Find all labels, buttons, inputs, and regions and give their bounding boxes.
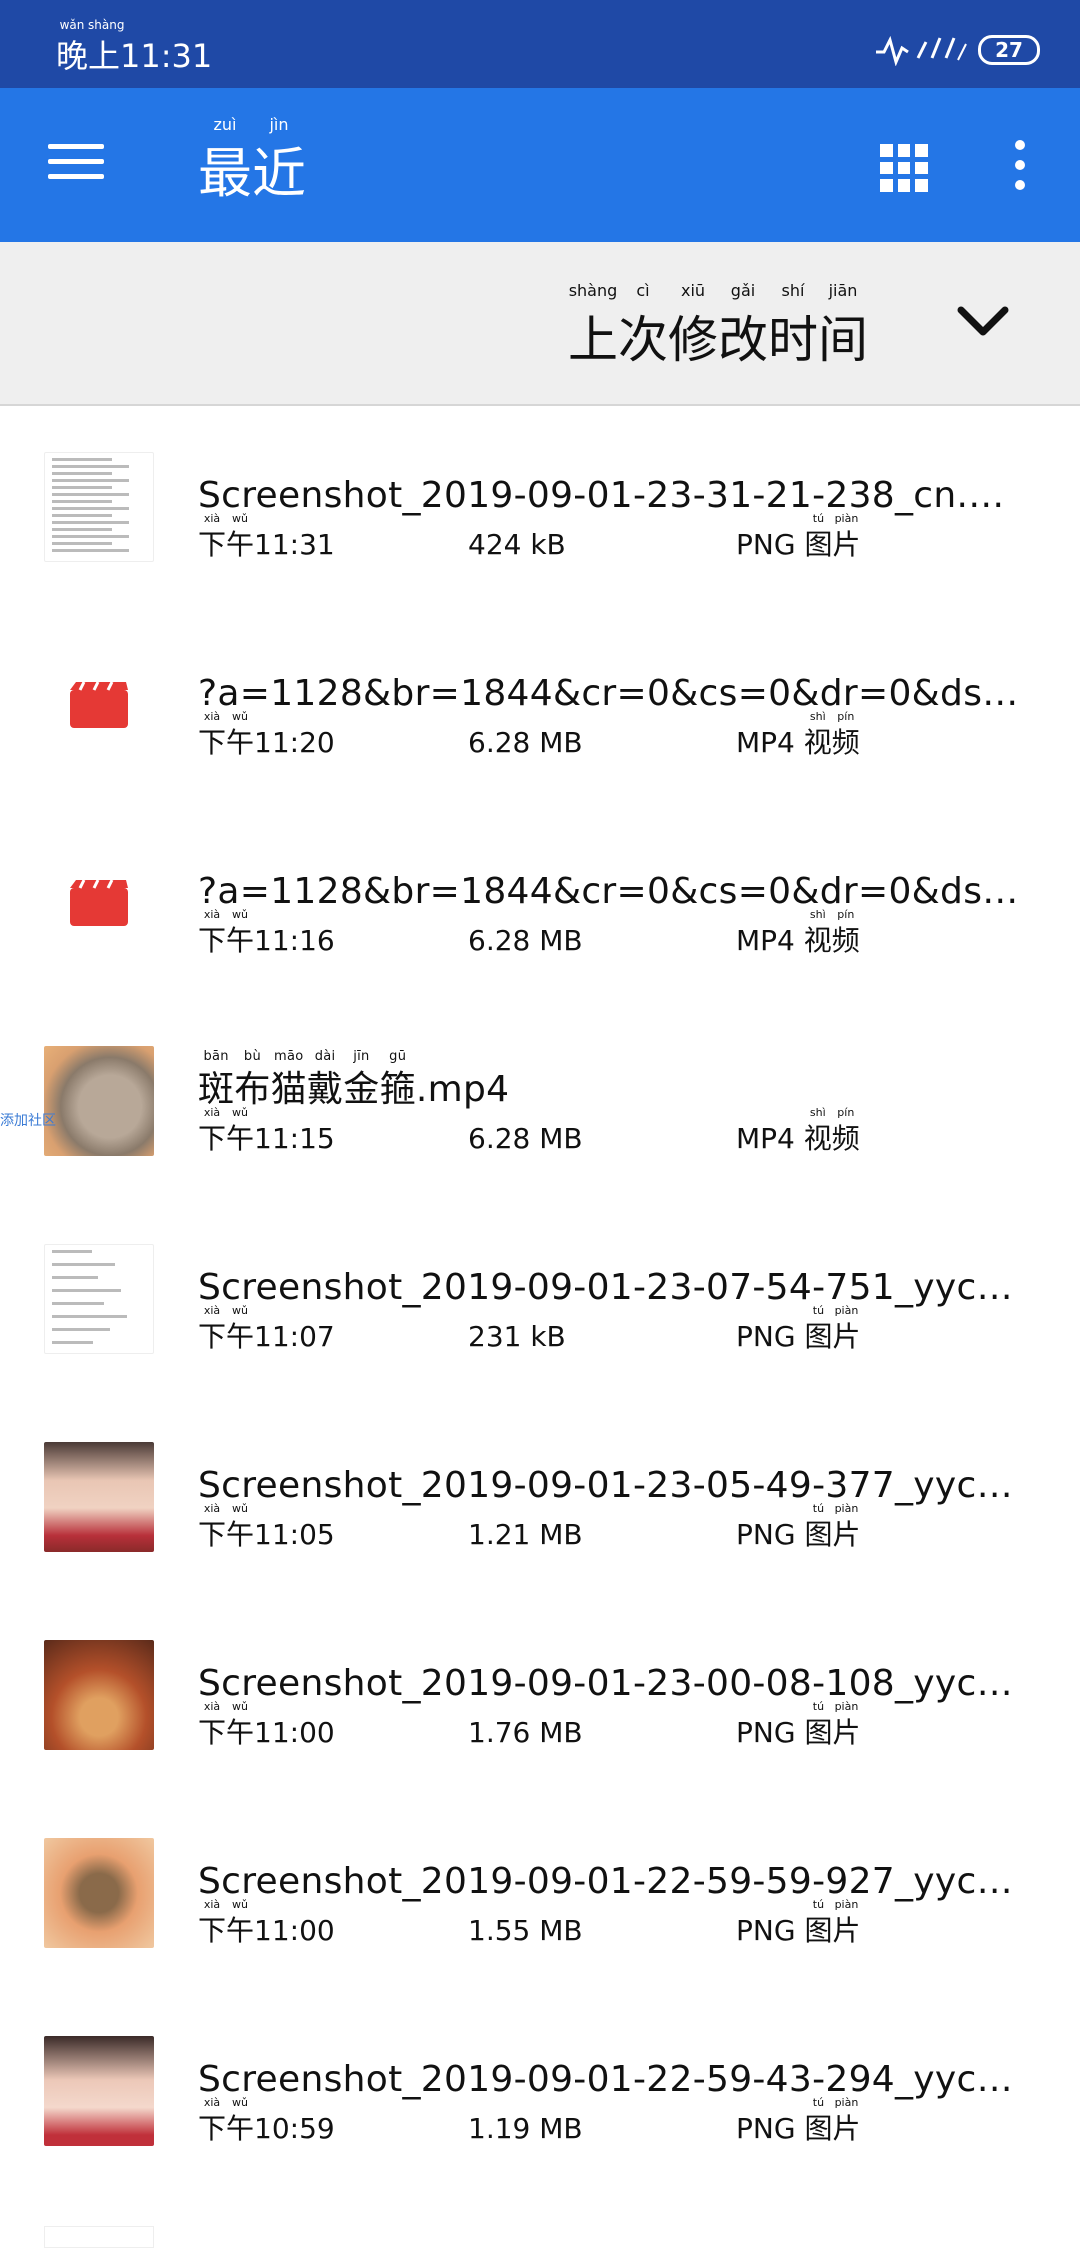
file-modified-time: xià 下 wǔ 午11:20	[198, 710, 335, 759]
file-size: 424 kB	[468, 528, 566, 561]
file-modified-time: xià 下 wǔ 午11:00	[198, 1700, 335, 1749]
file-type: MP4 shì 视 pín 频	[736, 908, 860, 957]
battery-icon: 27	[978, 35, 1040, 65]
grid-view-icon[interactable]	[880, 144, 928, 192]
file-thumbnail	[44, 1244, 154, 1354]
status-bar: wǎn 晚 shàng 上11:31 27	[0, 0, 1080, 88]
file-size: 6.28 MB	[468, 726, 583, 759]
file-name: Screenshot_2019-09-01-23-31-21-238_cn.…	[198, 475, 1005, 516]
file-row[interactable]: Screenshot_2019-09-01-23-31-21-238_cn.… x…	[0, 408, 1080, 606]
battery-level: 27	[995, 38, 1023, 62]
status-time: wǎn 晚 shàng 上11:31	[56, 18, 213, 75]
file-size: 231 kB	[468, 1320, 566, 1353]
file-row[interactable]: Screenshot_2019-09-01-23-05-49-377_yyc… x…	[0, 1398, 1080, 1596]
file-row[interactable]: bān 斑 bù 布 māo 猫 dài 戴 jīn 金 gū 箍.mp4 xià 下 wǔ 午11:15 6.…	[0, 1002, 1080, 1200]
file-name: bān 斑 bù 布 māo 猫 dài 戴 jīn 金 gū 箍.mp4	[198, 1049, 510, 1111]
file-row[interactable]: ?a=1128&br=1844&cr=0&cs=0&dr=0&ds=1… xià 下…	[0, 606, 1080, 804]
file-modified-time: xià 下 wǔ 午11:16	[198, 908, 335, 957]
file-row[interactable]: Screenshot_2019-09-01-22-59-59-927_yyc… x…	[0, 1794, 1080, 1992]
file-thumbnail	[44, 1640, 154, 1750]
file-type: MP4 shì 视 pín 频	[736, 710, 860, 759]
file-name: Screenshot_2019-09-01-23-07-54-751_yyc…	[198, 1267, 1013, 1308]
video-file-icon	[70, 878, 128, 926]
app-bar: zuì 最 jìn 近	[0, 88, 1080, 242]
file-size: 6.28 MB	[468, 924, 583, 957]
file-size: 1.21 MB	[468, 1518, 583, 1551]
file-row[interactable]: Screenshot_2019-09-01-22-59-43-294_yyc… x…	[0, 1992, 1080, 2190]
file-row[interactable]: Screenshot_2019-09-01-23-00-08-108_yyc… x…	[0, 1596, 1080, 1794]
file-thumbnail	[44, 1838, 154, 1948]
file-size: 1.19 MB	[468, 2112, 583, 2145]
file-thumbnail	[44, 1442, 154, 1552]
sort-bar[interactable]: shàng 上 cì 次 xiū 修 gǎi 改 shí 时 jiān 间	[0, 242, 1080, 406]
file-name: ?a=1128&br=1844&cr=0&cs=0&dr=0&ds=1…	[198, 673, 1028, 714]
file-row[interactable]: Screenshot_2019-09-01-23-07-54-751_yyc… x…	[0, 1200, 1080, 1398]
page-title: zuì 最 jìn 近	[198, 115, 306, 205]
file-type: PNG tú 图 piàn 片	[736, 1700, 861, 1749]
file-thumbnail	[44, 1046, 154, 1156]
file-modified-time: xià 下 wǔ 午11:15	[198, 1106, 335, 1155]
file-type: PNG tú 图 piàn 片	[736, 512, 861, 561]
file-thumbnail	[44, 2226, 154, 2248]
more-vert-icon[interactable]	[1012, 140, 1028, 190]
file-name: ?a=1128&br=1844&cr=0&cs=0&dr=0&ds=1…	[198, 871, 1028, 912]
signal-icon	[876, 35, 967, 66]
file-type: PNG tú 图 piàn 片	[736, 1304, 861, 1353]
edge-floating-text[interactable]: 添加社区	[0, 1110, 56, 1130]
file-modified-time: xià 下 wǔ 午11:05	[198, 1502, 335, 1551]
hamburger-menu-icon[interactable]	[48, 144, 104, 184]
video-file-icon	[70, 680, 128, 728]
file-name: Screenshot_2019-09-01-22-59-43-294_yyc…	[198, 2059, 1013, 2100]
file-list: Screenshot_2019-09-01-23-31-21-238_cn.… x…	[0, 408, 1080, 2190]
file-size: 6.28 MB	[468, 1122, 583, 1155]
file-row[interactable]: ?a=1128&br=1844&cr=0&cs=0&dr=0&ds=1… xià 下…	[0, 804, 1080, 1002]
file-type: MP4 shì 视 pín 频	[736, 1106, 860, 1155]
sort-label[interactable]: shàng 上 cì 次 xiū 修 gǎi 改 shí 时 jiān 间	[568, 283, 868, 369]
file-name: Screenshot_2019-09-01-23-05-49-377_yyc…	[198, 1465, 1013, 1506]
file-modified-time: xià 下 wǔ 午10:59	[198, 2096, 335, 2145]
file-thumbnail	[44, 452, 154, 562]
file-type: PNG tú 图 piàn 片	[736, 1898, 861, 1947]
file-modified-time: xià 下 wǔ 午11:31	[198, 512, 335, 561]
chevron-down-icon[interactable]	[956, 304, 1010, 338]
file-type: PNG tú 图 piàn 片	[736, 2096, 861, 2145]
file-modified-time: xià 下 wǔ 午11:07	[198, 1304, 335, 1353]
file-size: 1.55 MB	[468, 1914, 583, 1947]
file-modified-time: xià 下 wǔ 午11:00	[198, 1898, 335, 1947]
status-icons: 27	[874, 30, 1040, 70]
file-type: PNG tú 图 piàn 片	[736, 1502, 861, 1551]
file-name: Screenshot_2019-09-01-22-59-59-927_yyc…	[198, 1861, 1013, 1902]
file-name: Screenshot_2019-09-01-23-00-08-108_yyc…	[198, 1663, 1013, 1704]
file-size: 1.76 MB	[468, 1716, 583, 1749]
file-thumbnail	[44, 2036, 154, 2146]
